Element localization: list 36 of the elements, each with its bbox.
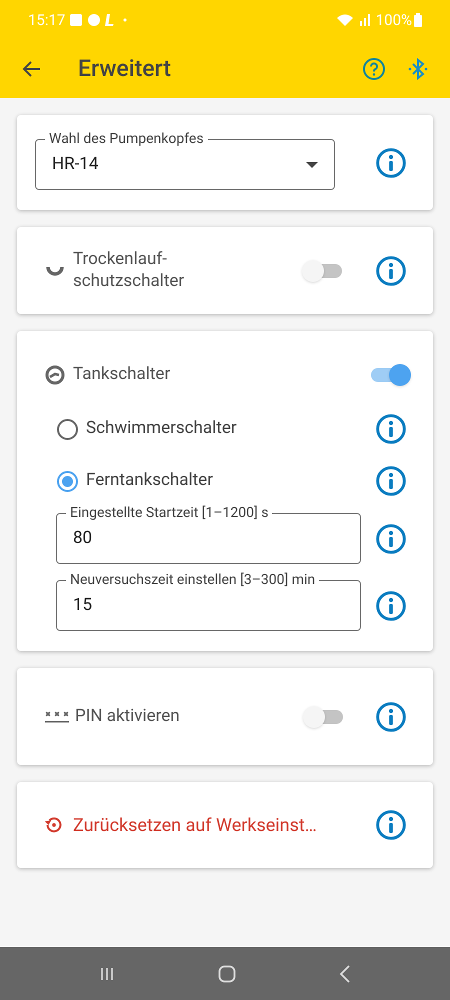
info-icon[interactable] [375,522,407,554]
info-icon[interactable] [375,590,407,622]
notification-dot-icon [123,18,128,22]
battery-icon [414,13,422,27]
recents-icon[interactable] [99,966,116,982]
signal-icon [336,13,372,27]
info-icon[interactable] [375,413,407,445]
bluetooth-icon[interactable] [406,57,430,81]
info-icon[interactable] [375,809,407,841]
radio-button[interactable] [57,418,78,440]
radio-label: Ferntankschalter [86,469,214,492]
info-icon[interactable] [375,700,407,732]
info-icon[interactable] [375,254,407,286]
password-icon [45,710,71,724]
status-time: 15:17 [28,10,66,31]
info-icon[interactable] [375,465,407,497]
field-value: 15 [73,594,92,617]
radio-label: Schwimmerschalter [86,417,238,440]
setting-label: PIN aktivieren [75,704,181,728]
dropdown-label: Wahl des Pumpenkopfes [45,129,208,149]
field-value: 80 [73,526,92,550]
gauge-icon [45,365,65,385]
letter-l-icon [105,13,116,27]
radio-button[interactable] [57,470,78,492]
reset-button[interactable]: Zurücksetzen auf Werkseinst… [43,812,375,838]
help-icon[interactable] [362,57,386,81]
home-icon[interactable] [218,964,236,982]
page-title: Erweitert [78,54,172,84]
battery-level: 100% [376,10,412,31]
back-nav-icon[interactable] [338,964,351,982]
dropdown-value: HR-14 [52,152,100,176]
caret-icon [306,162,318,168]
info-icon[interactable] [375,146,407,178]
setting-label: Tankschalter [73,363,172,386]
setting-label: Trockenlauf-schutzschalter [73,249,186,292]
field-label: Eingestellte Startzeit [1–1200] s [66,503,272,523]
